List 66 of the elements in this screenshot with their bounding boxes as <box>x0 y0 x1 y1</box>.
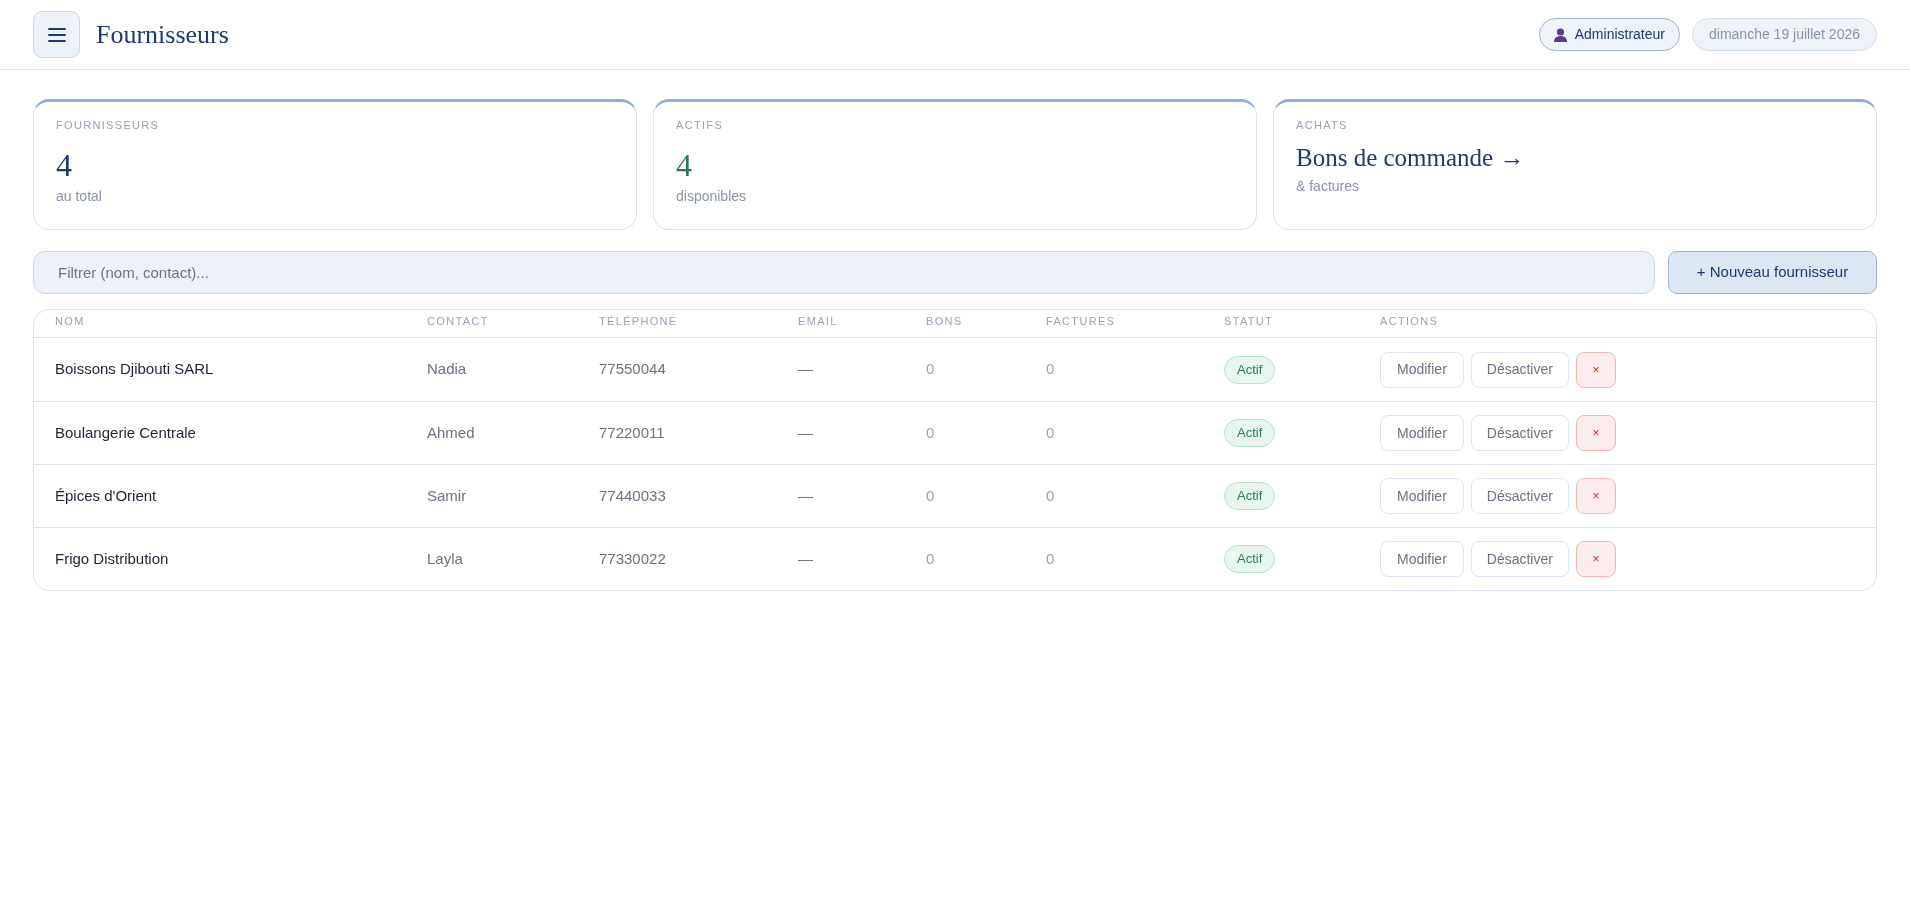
column-header: NOM <box>55 314 85 330</box>
stat-value: 4 <box>56 146 72 184</box>
table-cell-text: Samir <box>427 485 467 506</box>
delete-button[interactable]: × <box>1575 415 1616 451</box>
user-button[interactable]: Administrateur <box>1538 18 1680 51</box>
table-cell-text: 77330022 <box>599 548 666 569</box>
stat-caption: au total <box>56 187 102 206</box>
table-cell-text: Boissons Djibouti SARL <box>55 359 214 380</box>
table-cell-text: 77440033 <box>599 485 666 506</box>
table-cell-text: 0 <box>1046 359 1055 380</box>
table-cell-text: — <box>798 548 813 569</box>
deactivate-button[interactable]: Désactiver <box>1470 351 1569 388</box>
new-supplier-button[interactable]: + Nouveau fournisseur <box>1668 251 1877 294</box>
page-title: Fournisseurs <box>96 19 229 51</box>
table-cell-text: Layla <box>427 548 463 569</box>
delete-button[interactable]: × <box>1575 478 1616 514</box>
table-cell-text: 77220011 <box>599 422 665 443</box>
table-cell-text: 0 <box>926 422 935 443</box>
menu-icon <box>47 27 66 42</box>
table-cell-text: 0 <box>926 548 935 569</box>
column-header: FACTURES <box>1046 314 1116 330</box>
user-icon <box>1553 27 1567 42</box>
stat-caption: & factures <box>1296 177 1360 196</box>
column-header: STATUT <box>1224 314 1274 330</box>
column-header: ACTIONS <box>1380 314 1439 330</box>
table-cell-text: 0 <box>1046 548 1055 569</box>
column-header: TÉLÉPHONE <box>599 314 678 330</box>
deactivate-button[interactable]: Désactiver <box>1470 478 1569 514</box>
stat-caption: disponibles <box>676 187 747 206</box>
table-cell-text: Épices d'Orient <box>55 485 157 506</box>
table-cell-text: 0 <box>1046 422 1055 443</box>
edit-button[interactable]: Modifier <box>1380 478 1464 514</box>
table-cell-text: 77550044 <box>599 359 666 380</box>
column-header: EMAIL <box>798 314 838 330</box>
status-badge: Actif <box>1224 482 1276 510</box>
deactivate-button[interactable]: Désactiver <box>1470 415 1569 451</box>
status-badge: Actif <box>1224 355 1276 384</box>
stat-label: ACHATS <box>1296 118 1348 133</box>
stat-value: 4 <box>676 146 692 184</box>
status-badge: Actif <box>1224 419 1276 447</box>
column-header: BONS <box>926 314 963 330</box>
purchase-orders-link[interactable]: Bons de commande → <box>1296 142 1525 174</box>
edit-button[interactable]: Modifier <box>1380 541 1464 577</box>
deactivate-button[interactable]: Désactiver <box>1470 541 1569 577</box>
menu-button[interactable] <box>33 11 80 58</box>
table-cell-text: Nadia <box>427 359 467 380</box>
filter-field[interactable]: Filtrer (nom, contact)... <box>33 251 1655 294</box>
stat-label: FOURNISSEURS <box>56 118 160 133</box>
table-cell-text: 0 <box>1046 485 1055 506</box>
table-cell-text: Frigo Distribution <box>55 548 169 569</box>
edit-button[interactable]: Modifier <box>1380 415 1464 451</box>
stat-card[interactable]: ACHATS Bons de commande → & factures <box>1273 99 1877 230</box>
column-header: CONTACT <box>427 314 489 330</box>
table-cell-text: — <box>798 485 813 506</box>
delete-button[interactable]: × <box>1575 541 1616 577</box>
table-cell-text: — <box>798 422 813 443</box>
table-cell-text: 0 <box>926 359 935 380</box>
table-cell-text: Boulangerie Centrale <box>55 422 196 443</box>
stat-label: ACTIFS <box>676 118 724 133</box>
table-cell-text: Ahmed <box>427 422 475 443</box>
table-cell-text: 0 <box>926 485 935 506</box>
status-badge: Actif <box>1224 545 1276 573</box>
date-badge: dimanche 19 juillet 2026 <box>1692 18 1877 51</box>
edit-button[interactable]: Modifier <box>1380 351 1464 388</box>
delete-button[interactable]: × <box>1575 351 1616 388</box>
table-cell-text: — <box>798 359 813 380</box>
